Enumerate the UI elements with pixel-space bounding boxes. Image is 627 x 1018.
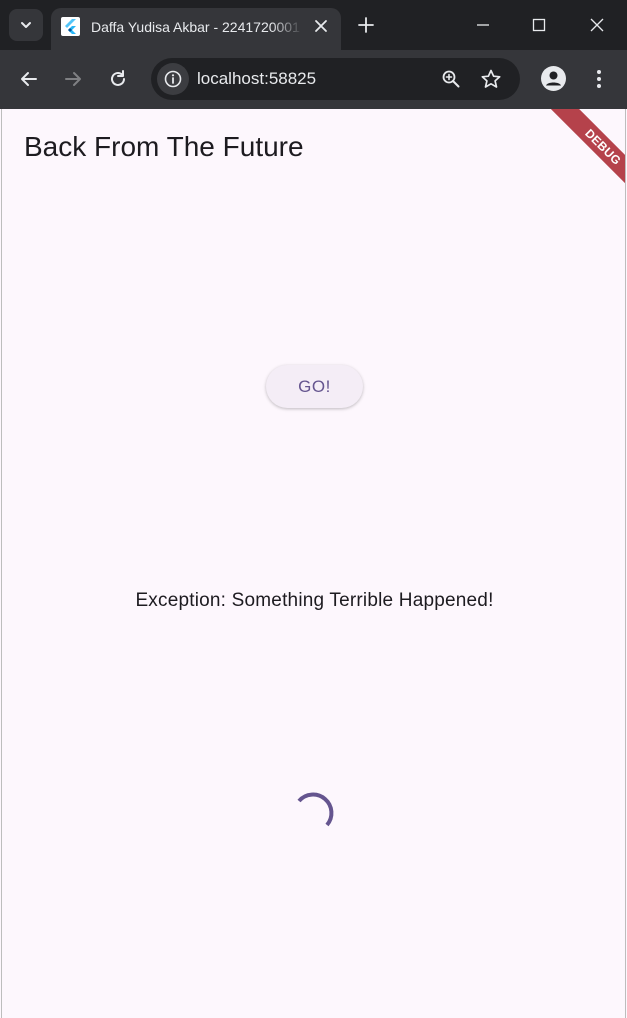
tab-title: Daffa Yudisa Akbar - 2241720001 [91, 19, 300, 35]
kebab-menu-icon[interactable] [590, 68, 608, 90]
back-arrow-icon[interactable] [18, 68, 40, 90]
plus-icon[interactable] [356, 15, 376, 35]
close-icon[interactable] [313, 18, 329, 34]
minimize-icon[interactable] [475, 17, 491, 33]
go-button[interactable]: GO! [266, 365, 363, 408]
star-icon[interactable] [480, 68, 502, 90]
maximize-icon[interactable] [531, 17, 547, 33]
address-bar[interactable]: localhost:58825 [151, 58, 520, 100]
page-title: Back From The Future [24, 131, 304, 162]
site-info-button[interactable] [157, 63, 189, 95]
window-close-icon[interactable] [589, 17, 605, 33]
info-icon [164, 70, 182, 88]
flutter-icon [61, 17, 80, 36]
forward-arrow-icon[interactable] [62, 68, 84, 90]
tab-search-button[interactable] [9, 9, 43, 41]
chevron-down-icon [21, 22, 31, 28]
profile-icon[interactable] [541, 66, 566, 91]
zoom-in-icon[interactable] [441, 69, 461, 89]
url-text[interactable]: localhost:58825 [197, 69, 316, 89]
result-text: Exception: Something Terrible Happened! [135, 590, 494, 611]
browser-title-bar: Daffa Yudisa Akbar - 2241720001 [0, 0, 627, 50]
browser-tab-active[interactable]: Daffa Yudisa Akbar - 2241720001 [51, 8, 341, 50]
browser-toolbar: localhost:58825 [0, 50, 627, 109]
reload-icon[interactable] [107, 68, 129, 90]
debug-banner: DEBUG [535, 109, 625, 199]
debug-banner-label: DEBUG [549, 109, 625, 199]
flutter-app: Back From The Future DEBUG GO! Exception… [1, 109, 626, 1018]
loading-spinner-icon [297, 792, 334, 827]
